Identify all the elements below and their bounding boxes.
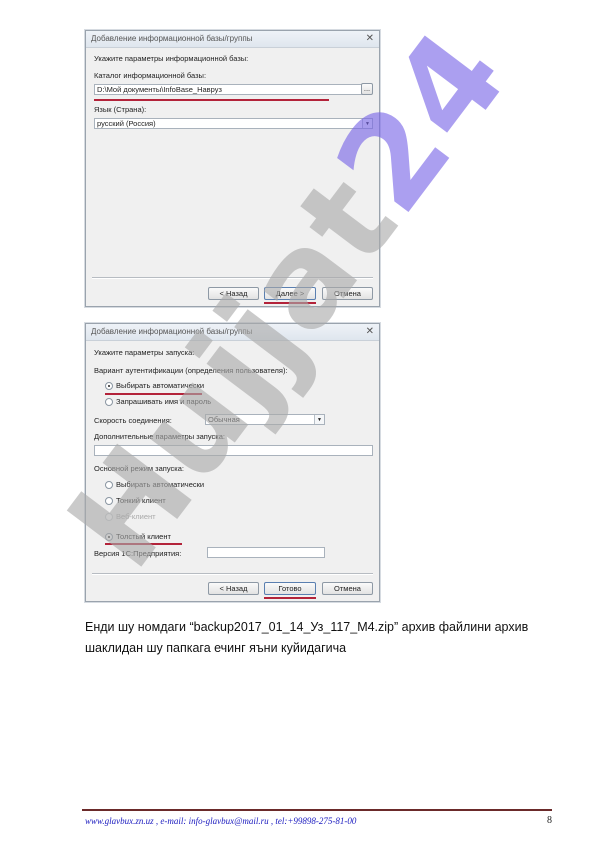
close-icon[interactable]: ✕ — [366, 324, 374, 340]
catalog-value: D:\Мой документы\InfoBase_Навруз — [97, 85, 222, 94]
finish-button[interactable]: Готово — [264, 582, 316, 595]
close-icon[interactable]: ✕ — [366, 31, 374, 47]
dialog1-titlebar: Добавление информационной базы/группы ✕ — [86, 31, 379, 48]
finish-underline — [264, 597, 316, 599]
dialog1-title: Добавление информационной базы/группы — [91, 34, 253, 43]
catalog-underline — [94, 99, 329, 101]
catalog-label: Каталог информационной базы: — [94, 71, 207, 80]
footer-contacts: www.glavbux.zn.uz , e-mail: info-glavbux… — [85, 816, 357, 826]
language-label: Язык (Страна): — [94, 105, 147, 114]
auth-radio-password[interactable] — [105, 398, 113, 406]
dialog1-prompt: Укажите параметры информационной базы: — [94, 54, 249, 63]
chevron-down-icon[interactable]: ▼ — [314, 415, 324, 424]
footer-rule — [82, 809, 552, 811]
catalog-input[interactable]: D:\Мой документы\InfoBase_Навруз — [94, 84, 366, 95]
back-button[interactable]: < Назад — [208, 582, 259, 595]
cancel-button[interactable]: Отмена — [322, 582, 373, 595]
version-input[interactable] — [207, 547, 325, 558]
auth-radio-auto[interactable] — [105, 382, 113, 390]
page-number: 8 — [547, 815, 552, 826]
instruction-paragraph: Енди шу номдаги “backup2017_01_14_Уз_117… — [85, 620, 529, 655]
language-value: русский (Россия) — [97, 119, 156, 128]
